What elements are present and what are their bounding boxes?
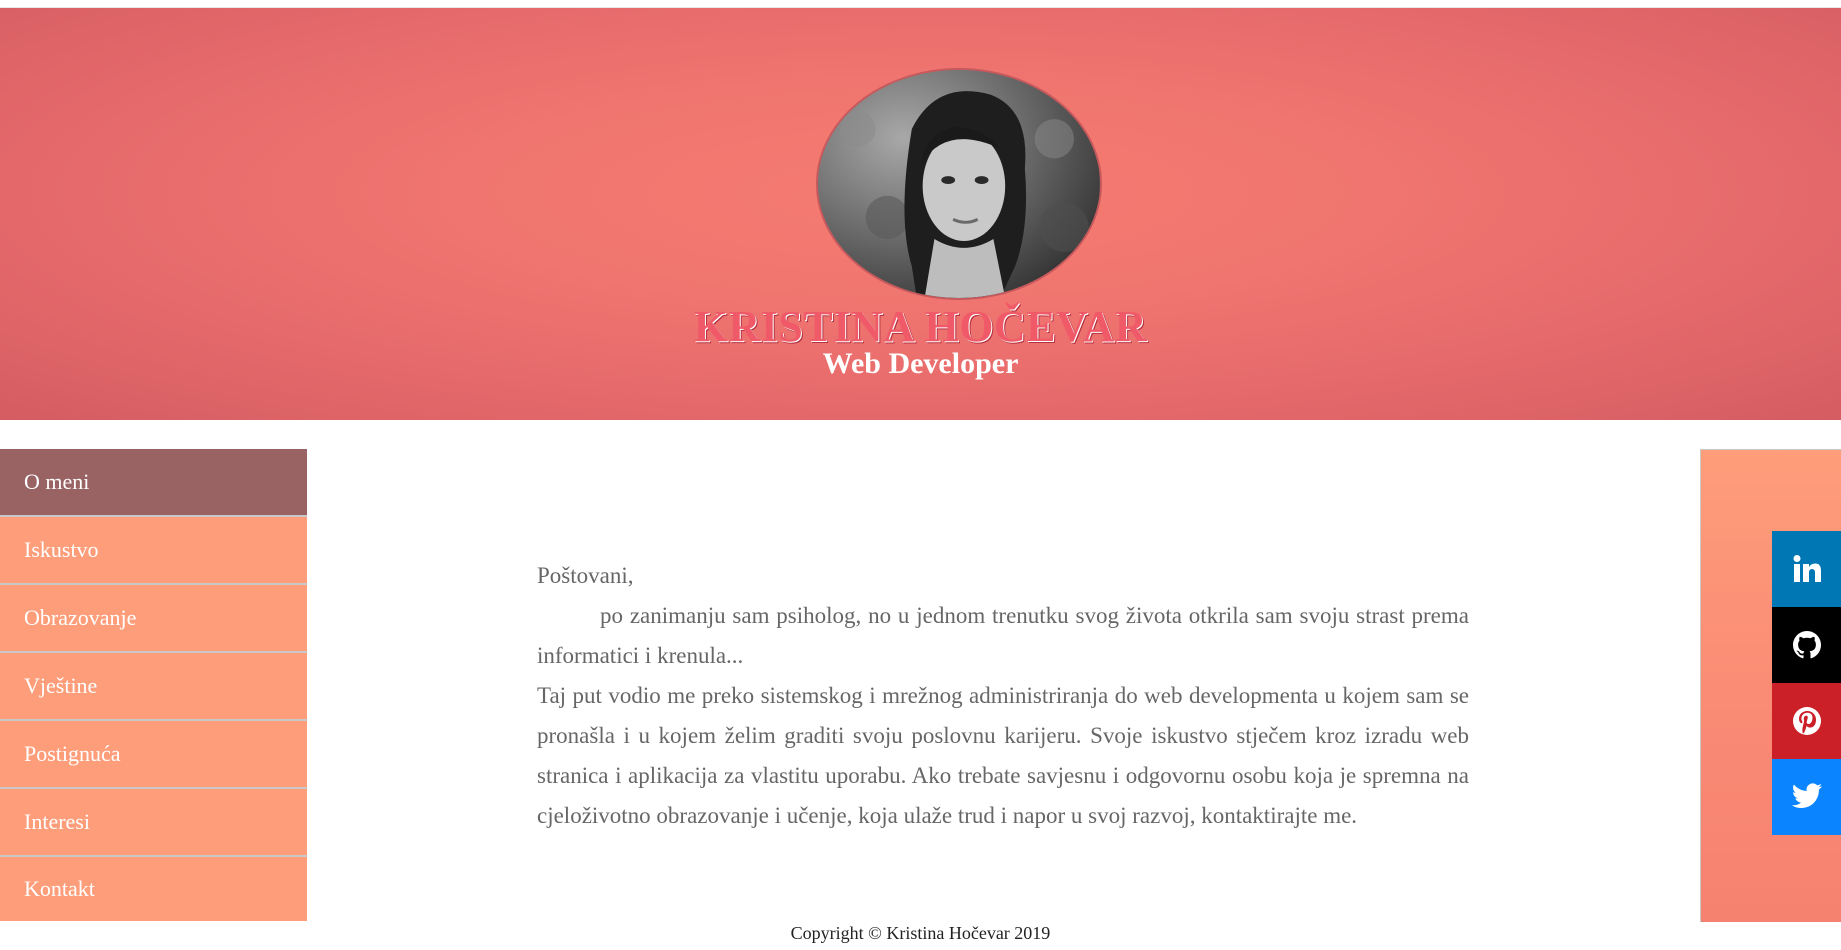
page-header: KRISTINA HOČEVAR Web Developer <box>0 8 1841 420</box>
profile-photo <box>818 70 1100 298</box>
main-content: Poštovani, po zanimanju sam psiholog, no… <box>537 556 1469 836</box>
sidebar-item-kontakt[interactable]: Kontakt <box>0 857 307 921</box>
intro-paragraph: po zanimanju sam psiholog, no u jednom t… <box>537 603 1469 668</box>
pinterest-button[interactable] <box>1772 683 1841 759</box>
linkedin-icon <box>1793 555 1821 582</box>
sidebar-item-postignuca[interactable]: Postignuća <box>0 721 307 789</box>
linkedin-button[interactable] <box>1772 531 1841 607</box>
avatar <box>816 68 1102 300</box>
top-strip <box>0 0 1841 8</box>
github-icon <box>1792 631 1821 659</box>
twitter-button[interactable] <box>1772 759 1841 835</box>
sidebar-item-iskustvo[interactable]: Iskustvo <box>0 517 307 585</box>
twitter-icon <box>1791 783 1822 808</box>
pinterest-icon <box>1792 707 1821 735</box>
about-paragraph: Taj put vodio me preko sistemskog i mrež… <box>537 683 1469 828</box>
github-button[interactable] <box>1772 607 1841 683</box>
sidebar-item-obrazovanje[interactable]: Obrazovanje <box>0 585 307 653</box>
footer-copyright: Copyright © Kristina Hočevar 2019 <box>790 923 1051 943</box>
sidebar-item-vjestine[interactable]: Vještine <box>0 653 307 721</box>
social-links <box>1772 531 1841 835</box>
sidebar-nav: O meni Iskustvo Obrazovanje Vještine Pos… <box>0 449 307 921</box>
page-subtitle: Web Developer <box>822 347 1019 380</box>
sidebar-item-o-meni[interactable]: O meni <box>0 449 307 517</box>
greeting-text: Poštovani, <box>537 563 634 588</box>
sidebar-item-interesi[interactable]: Interesi <box>0 789 307 857</box>
